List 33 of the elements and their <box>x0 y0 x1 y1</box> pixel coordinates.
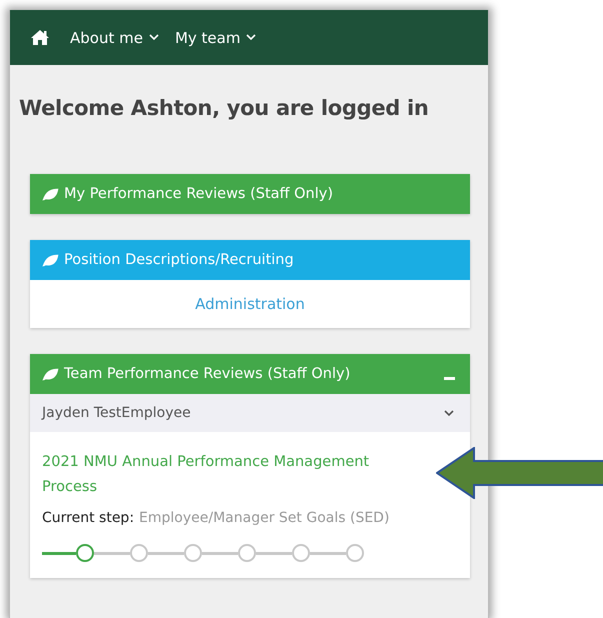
progress-line <box>256 552 292 554</box>
leaf-icon <box>42 188 59 200</box>
process-link[interactable]: 2021 NMU Annual Performance Management Process <box>42 450 427 500</box>
current-step: Employee/Manager Set Goals (SED) <box>139 510 390 526</box>
panel-title: Position Descriptions/Recruiting <box>64 252 295 268</box>
collapse-icon[interactable] <box>444 376 455 380</box>
progress-line <box>310 552 346 554</box>
employee-select[interactable]: Jayden TestEmployee <box>30 394 470 432</box>
step-circle[interactable] <box>238 544 256 562</box>
progress-line <box>42 552 76 554</box>
step-label: Current step: <box>42 510 134 526</box>
step-circle[interactable] <box>184 544 202 562</box>
panel-header[interactable]: My Performance Reviews (Staff Only) <box>30 174 470 214</box>
leaf-icon <box>42 368 59 380</box>
arrow-icon <box>436 447 603 499</box>
nav-menu-button[interactable]: My team <box>166 24 264 50</box>
nav-menu-button[interactable]: About me <box>62 24 167 50</box>
panel-title: My Performance Reviews (Staff Only) <box>64 186 334 202</box>
progress-line <box>148 552 184 554</box>
home-icon[interactable] <box>30 29 50 46</box>
leaf-icon <box>42 254 59 266</box>
chevron-down-icon <box>444 410 454 416</box>
panel-header[interactable]: Position Descriptions/Recruiting <box>30 240 470 280</box>
panel-title: Team Performance Reviews (Staff Only) <box>64 366 352 382</box>
progress-line <box>202 552 238 554</box>
step-circle[interactable] <box>130 544 148 562</box>
panel-header[interactable]: Team Performance Reviews (Staff Only) <box>30 354 470 394</box>
step-circle[interactable] <box>346 544 364 562</box>
administration-link[interactable]: Administration <box>195 295 305 313</box>
progress-line <box>94 552 130 554</box>
step-circle[interactable] <box>76 544 94 562</box>
welcome-heading: Welcome Ashton, you are logged in <box>19 95 430 122</box>
step-circle[interactable] <box>292 544 310 562</box>
